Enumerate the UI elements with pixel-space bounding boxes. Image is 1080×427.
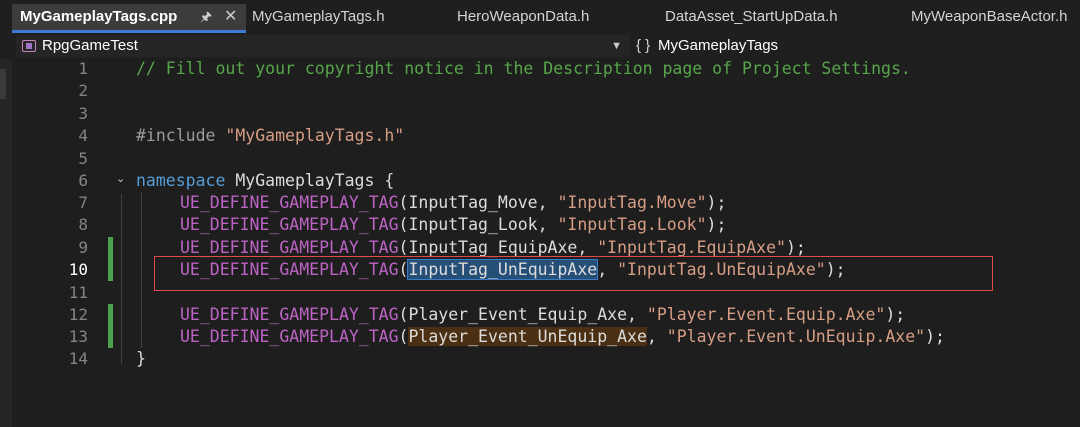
line-number: 8 — [78, 215, 88, 234]
macro-args: (InputTag_Look, — [398, 215, 558, 234]
line-number: 14 — [68, 349, 88, 368]
macro-args: (Player_Event_Equip_Axe, — [398, 305, 647, 324]
macro-name: UE_DEFINE_GAMEPLAY_TAG — [180, 327, 399, 346]
tab-label: MyWeaponBaseActor.h — [911, 8, 1068, 25]
project-name: RpgGameTest — [42, 37, 138, 54]
code-line-12[interactable]: UE_DEFINE_GAMEPLAY_TAG(Player_Event_Equi… — [180, 304, 905, 326]
code-line-4[interactable]: #include "MyGameplayTags.h" — [136, 125, 404, 147]
line-number: 9 — [78, 238, 88, 257]
keyword: namespace — [136, 171, 226, 190]
punctuation: , — [646, 327, 667, 346]
change-indicator — [108, 259, 113, 281]
tab-label: DataAsset_StartUpData.h — [665, 8, 838, 25]
namespace-declaration: MyGameplayTags { — [225, 171, 395, 190]
highlighted-reference[interactable]: Player_Event_UnEquip_Axe — [408, 327, 647, 346]
tab-heroweapondata-h[interactable]: HeroWeaponData.h — [457, 4, 647, 30]
tab-myweaponbaseactor-h[interactable]: MyWeaponBaseActor.h — [911, 4, 1080, 30]
comment: // Fill out your copyright notice in the… — [136, 59, 911, 78]
string-literal: "InputTag.Look" — [557, 215, 707, 234]
fold-chevron-icon[interactable]: ⌄ — [116, 172, 125, 185]
string-literal: "MyGameplayTags.h" — [225, 126, 405, 145]
project-icon — [22, 40, 36, 52]
macro-args: (InputTag_Move, — [398, 193, 558, 212]
line-number: 2 — [78, 81, 88, 100]
tab-label: MyGameplayTags.h — [252, 8, 385, 25]
pin-icon[interactable]: 🖈 — [200, 4, 212, 30]
scope-name: MyGameplayTags — [658, 37, 779, 54]
namespace-icon: { } — [636, 37, 651, 54]
change-indicator — [108, 326, 113, 348]
navigation-bar: RpgGameTest ▼ { } MyGameplayTags — [0, 33, 1080, 60]
macro-name: UE_DEFINE_GAMEPLAY_TAG — [180, 305, 399, 324]
line-number: 11 — [68, 283, 88, 302]
line-number: 5 — [78, 149, 88, 168]
tab-mygameplaytags-h[interactable]: MyGameplayTags.h — [252, 4, 442, 30]
code-line-7[interactable]: UE_DEFINE_GAMEPLAY_TAG(InputTag_Move, "I… — [180, 192, 726, 214]
preprocessor-directive: #include — [136, 126, 216, 145]
macro-args: (InputTag_EquipAxe, — [398, 238, 598, 257]
line-number: 3 — [78, 104, 88, 123]
line-number: 4 — [78, 126, 88, 145]
change-indicator — [108, 237, 113, 259]
macro-name: UE_DEFINE_GAMEPLAY_TAG — [180, 215, 399, 234]
fold-range-line — [121, 194, 122, 364]
code-line-1[interactable]: // Fill out your copyright notice in the… — [136, 58, 911, 80]
closing-brace: } — [136, 349, 146, 368]
punctuation: ); — [706, 215, 727, 234]
code-line-14[interactable]: } — [136, 348, 146, 370]
punctuation: ( — [398, 327, 409, 346]
string-literal: "InputTag.Move" — [557, 193, 707, 212]
string-literal: "Player.Event.Equip.Axe" — [646, 305, 886, 324]
tab-label: MyGameplayTags.cpp — [20, 8, 178, 25]
indent-guide — [141, 192, 142, 348]
close-icon[interactable]: ✕ — [224, 4, 237, 30]
punctuation: ); — [706, 193, 727, 212]
line-number: 1 — [78, 59, 88, 78]
line-number: 13 — [68, 327, 88, 346]
left-margin-marker — [0, 69, 6, 99]
macro-name: UE_DEFINE_GAMEPLAY_TAG — [180, 193, 399, 212]
punctuation: ); — [885, 305, 906, 324]
project-dropdown[interactable]: RpgGameTest ▼ — [16, 35, 630, 57]
line-number: 6 — [78, 171, 88, 190]
code-line-13[interactable]: UE_DEFINE_GAMEPLAY_TAG(Player_Event_UnEq… — [180, 326, 945, 348]
left-margin — [0, 59, 12, 427]
punctuation: ); — [785, 238, 806, 257]
change-indicator — [108, 304, 113, 326]
scope-dropdown[interactable]: { } MyGameplayTags — [636, 35, 1076, 57]
chevron-down-icon[interactable]: ▼ — [611, 35, 622, 57]
code-line-8[interactable]: UE_DEFINE_GAMEPLAY_TAG(InputTag_Look, "I… — [180, 214, 726, 236]
line-number: 12 — [68, 305, 88, 324]
code-line-6[interactable]: namespace MyGameplayTags { — [136, 170, 394, 192]
string-literal: "Player.Event.UnEquip.Axe" — [666, 327, 926, 346]
annotation-highlight-box — [154, 256, 993, 291]
tab-dataasset-startupdata-h[interactable]: DataAsset_StartUpData.h — [665, 4, 895, 30]
tab-label: HeroWeaponData.h — [457, 8, 590, 25]
line-number-current: 10 — [68, 260, 88, 279]
punctuation: ); — [925, 327, 945, 346]
tab-mygameplaytags-cpp[interactable]: MyGameplayTags.cpp 🖈 ✕ — [12, 4, 246, 30]
macro-name: UE_DEFINE_GAMEPLAY_TAG — [180, 238, 399, 257]
tab-strip: MyGameplayTags.cpp 🖈 ✕ MyGameplayTags.h … — [0, 0, 1080, 34]
string-literal: "InputTag.EquipAxe" — [597, 238, 786, 257]
line-number: 7 — [78, 193, 88, 212]
